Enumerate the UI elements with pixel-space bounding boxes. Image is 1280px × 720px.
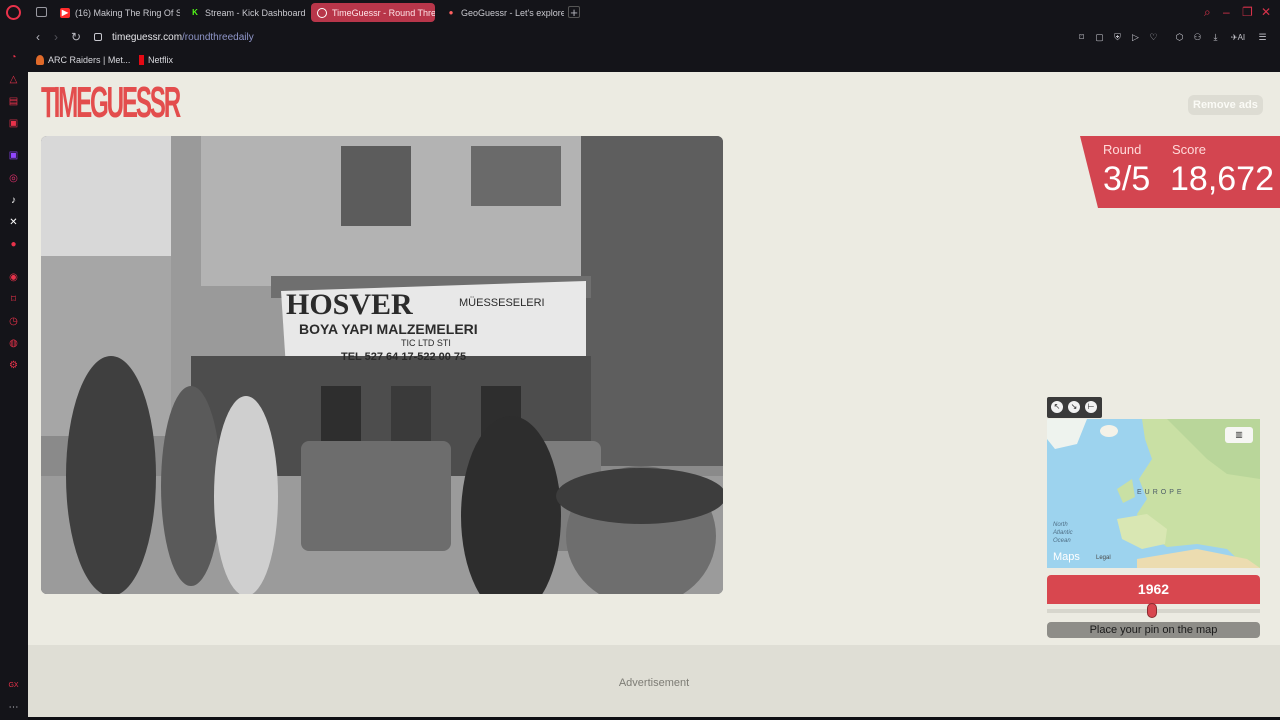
address-bar: ‹ › ↻ timeguessr.com/roundthreedaily ⌑ ▢… <box>28 25 1280 50</box>
x-icon[interactable]: ✕ <box>7 216 20 229</box>
shrink-map-icon[interactable]: ↘ <box>1068 401 1080 413</box>
tab-timeguessr[interactable]: TimeGuessr - Round Thre <box>311 3 435 22</box>
url-path: /roundthreedaily <box>182 32 254 43</box>
back-icon[interactable]: ‹ <box>36 31 40 43</box>
aria-ai-icon[interactable]: ✈AI <box>1228 32 1248 43</box>
settings-icon[interactable]: ⚙ <box>7 359 20 372</box>
expand-map-icon[interactable]: ↖ <box>1051 401 1063 413</box>
score-label: Score <box>1172 142 1206 157</box>
timeguessr-logo[interactable]: TIMEGUESSR <box>41 81 181 125</box>
map-ocean-label: North Atlantic Ocean <box>1053 522 1073 544</box>
timeguessr-icon <box>317 7 327 18</box>
instagram-icon[interactable]: ◎ <box>7 172 20 185</box>
round-photo: HOSVER MÜESSESELERI BOYA YAPI MALZEMELER… <box>41 136 723 594</box>
place-pin-button[interactable]: Place your pin on the map <box>1047 622 1260 638</box>
url-field[interactable]: timeguessr.com/roundthreedaily <box>112 32 254 43</box>
map-mode-icon[interactable]: ▥ <box>1225 427 1253 443</box>
pinboard-icon[interactable]: ⌑ <box>7 293 20 306</box>
play-icon[interactable]: ▷ <box>1130 32 1141 43</box>
bookmark-label: Netflix <box>148 55 174 65</box>
reload-icon[interactable]: ↻ <box>71 31 81 43</box>
heart-icon[interactable]: ♡ <box>1148 32 1159 43</box>
tab-label: GeoGuessr - Let's explore <box>461 7 564 18</box>
bookmarks-bar: ARC Raiders | Met... Netflix <box>28 50 1280 72</box>
sign-text-boya: BOYA YAPI MALZEMELERI <box>299 321 478 337</box>
sign-text-tic: TIC LTD STI <box>401 338 451 348</box>
sign-text-hosver: HOSVER <box>286 288 413 321</box>
url-domain: timeguessr.com <box>112 32 183 43</box>
snapshot-icon[interactable]: ▢ <box>1094 32 1105 43</box>
more-icon[interactable]: ⋯ <box>7 701 20 714</box>
tab-label: TimeGuessr - Round Thre <box>332 7 435 18</box>
sidebar: ◔ △ ▤ ▣ ▣ ◎ ♪ ✕ ● ◉ ⌑ ◷ ◍ ⚙ GX ⋯ <box>0 25 28 720</box>
sign-text-tel: TEL 527 64 17-522 00 75 <box>341 351 466 363</box>
download-icon[interactable]: ⤓ <box>1210 32 1221 43</box>
tab-kick[interactable]: K Stream - Kick Dashboard <box>184 3 308 22</box>
profile-icon[interactable]: ⚇ <box>1192 32 1203 43</box>
tab-label: (16) Making The Ring Of S <box>75 7 180 18</box>
restore-icon[interactable]: ❐ <box>1242 5 1253 19</box>
music-icon[interactable]: ● <box>7 238 20 251</box>
netflix-icon <box>139 55 144 65</box>
close-icon[interactable]: ✕ <box>1261 5 1271 19</box>
tab-bar: ▶ (16) Making The Ring Of S K Stream - K… <box>0 0 1280 25</box>
map-controls: ↖ ↘ ⊢ <box>1047 397 1102 418</box>
extensions-icon[interactable]: △ <box>7 73 20 86</box>
lock-icon <box>94 33 102 41</box>
tiktok-icon[interactable]: ♪ <box>7 194 20 207</box>
score-value: 18,672 <box>1170 160 1274 198</box>
forward-icon[interactable]: › <box>54 31 58 43</box>
new-tab-button[interactable]: + <box>568 6 580 19</box>
advertisement-label: Advertisement <box>618 677 690 689</box>
opera-menu-icon[interactable] <box>6 5 21 20</box>
year-display: 1962 <box>1047 575 1260 604</box>
history-icon[interactable]: ◷ <box>7 315 20 328</box>
shield-icon[interactable]: ⛨ <box>1112 32 1123 43</box>
year-slider-thumb[interactable] <box>1147 603 1157 618</box>
guess-map[interactable]: EUROPE North Atlantic Ocean Maps Legal ▥ <box>1047 419 1260 568</box>
street-photo-image: HOSVER MÜESSESELERI BOYA YAPI MALZEMELER… <box>41 136 723 594</box>
kick-icon: K <box>192 8 198 17</box>
wallet-icon[interactable]: ▤ <box>7 95 20 108</box>
tab-overview-icon[interactable] <box>36 7 47 17</box>
maps-brand-label: Maps <box>1053 551 1080 563</box>
remove-ads-button[interactable]: Remove ads <box>1188 95 1263 115</box>
ai-icon[interactable]: ⬡ <box>1174 32 1185 43</box>
bookmark-netflix[interactable]: Netflix <box>139 55 173 65</box>
geoguessr-icon: ● <box>448 8 454 17</box>
player-icon[interactable]: ◉ <box>7 271 20 284</box>
apple-maps-logo: Maps <box>1053 551 1080 563</box>
youtube-icon: ▶ <box>60 7 70 18</box>
bookmark-icon[interactable]: ⌑ <box>1076 32 1087 43</box>
tab-geoguessr[interactable]: ● GeoGuessr - Let's explore <box>440 3 564 22</box>
tab-label: Stream - Kick Dashboard <box>205 7 306 18</box>
bookmark-label: ARC Raiders | Met... <box>48 55 131 65</box>
page: TIMEGUESSR Remove ads HOSVER MÜESSESELER… <box>28 72 1280 717</box>
pin-map-icon[interactable]: ⊢ <box>1085 401 1097 413</box>
sign-text-muesseseleri: MÜESSESELERI <box>459 297 545 309</box>
messenger-icon[interactable]: ▣ <box>7 117 20 130</box>
search-tabs-icon[interactable]: ⌕ <box>1204 5 1211 19</box>
score-panel: Round 3/5 Score 18,672 <box>1080 136 1280 208</box>
aria-icon[interactable]: ◔ <box>7 51 20 64</box>
map-widget: ↖ ↘ ⊢ EUROPE North Atlantic Ocean Maps L… <box>1047 397 1261 569</box>
easy-setup-icon[interactable]: ☰ <box>1257 32 1268 43</box>
round-label: Round <box>1103 142 1142 157</box>
round-value: 3/5 <box>1103 160 1151 198</box>
gx-icon[interactable]: GX <box>7 679 20 692</box>
bookmark-arc-raiders[interactable]: ARC Raiders | Met... <box>36 55 130 65</box>
maps-legal-link[interactable]: Legal <box>1096 555 1111 561</box>
twitch-icon[interactable]: ▣ <box>7 149 20 162</box>
minimize-icon[interactable]: – <box>1223 5 1230 19</box>
advertisement-area: Advertisement <box>28 645 1280 717</box>
chat-icon[interactable]: ◍ <box>7 337 20 350</box>
arc-raiders-icon <box>36 55 44 65</box>
map-region-label: EUROPE <box>1137 489 1185 496</box>
tab-youtube[interactable]: ▶ (16) Making The Ring Of S <box>54 3 180 22</box>
